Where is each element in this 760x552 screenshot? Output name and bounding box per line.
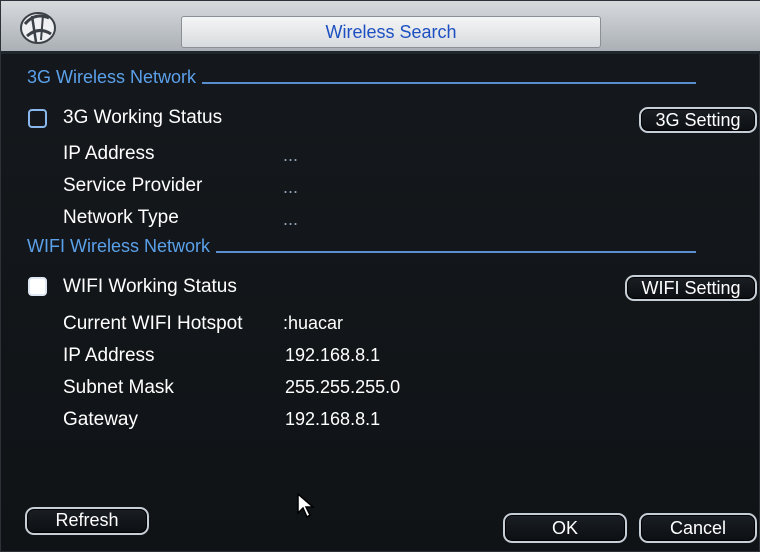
mouse-pointer-icon (297, 493, 315, 519)
wifi-ip-address-value: 192.168.8.1 (285, 345, 381, 365)
3g-network-type-label: Network Type (63, 207, 179, 228)
wireless-search-dialog: Wireless Search 3G Wireless Network 3G W… (0, 0, 760, 552)
cancel-button[interactable]: Cancel (639, 513, 757, 543)
section-wifi-header: WIFI Wireless Network (27, 236, 697, 257)
3g-network-type-value: ... (283, 209, 299, 229)
3g-status-checkbox[interactable] (28, 109, 47, 128)
ok-button[interactable]: OK (503, 513, 627, 543)
wifi-hotspot-label: Current WIFI Hotspot (63, 313, 243, 334)
wifi-subnet-mask-label: Subnet Mask (63, 377, 174, 398)
title-bar: Wireless Search (1, 1, 760, 54)
wifi-setting-button[interactable]: WIFI Setting (625, 275, 757, 301)
3g-setting-button[interactable]: 3G Setting (639, 107, 757, 133)
wifi-status-checkbox[interactable] (28, 277, 47, 296)
wifi-gateway-label: Gateway (63, 409, 138, 430)
wifi-subnet-mask-value: 255.255.255.0 (285, 377, 401, 397)
wifi-hotspot-value: :huacar (283, 313, 344, 333)
3g-service-provider-value: ... (283, 177, 299, 197)
wifi-gateway-value: 192.168.8.1 (285, 409, 381, 429)
wifi-ip-address-label: IP Address (63, 345, 155, 366)
3g-service-provider-label: Service Provider (63, 175, 203, 196)
refresh-button[interactable]: Refresh (25, 507, 149, 535)
logo-icon (20, 12, 56, 44)
3g-ip-address-value: ... (283, 145, 299, 165)
3g-ip-address-label: IP Address (63, 143, 155, 164)
section-divider (202, 81, 697, 84)
section-3g-label: 3G Wireless Network (27, 67, 197, 87)
section-3g-header: 3G Wireless Network (27, 67, 697, 88)
3g-status-label: 3G Working Status (63, 107, 223, 128)
section-wifi-label: WIFI Wireless Network (27, 236, 211, 256)
window-title: Wireless Search (181, 16, 601, 48)
wifi-status-label: WIFI Working Status (63, 276, 237, 297)
section-divider (216, 250, 697, 253)
